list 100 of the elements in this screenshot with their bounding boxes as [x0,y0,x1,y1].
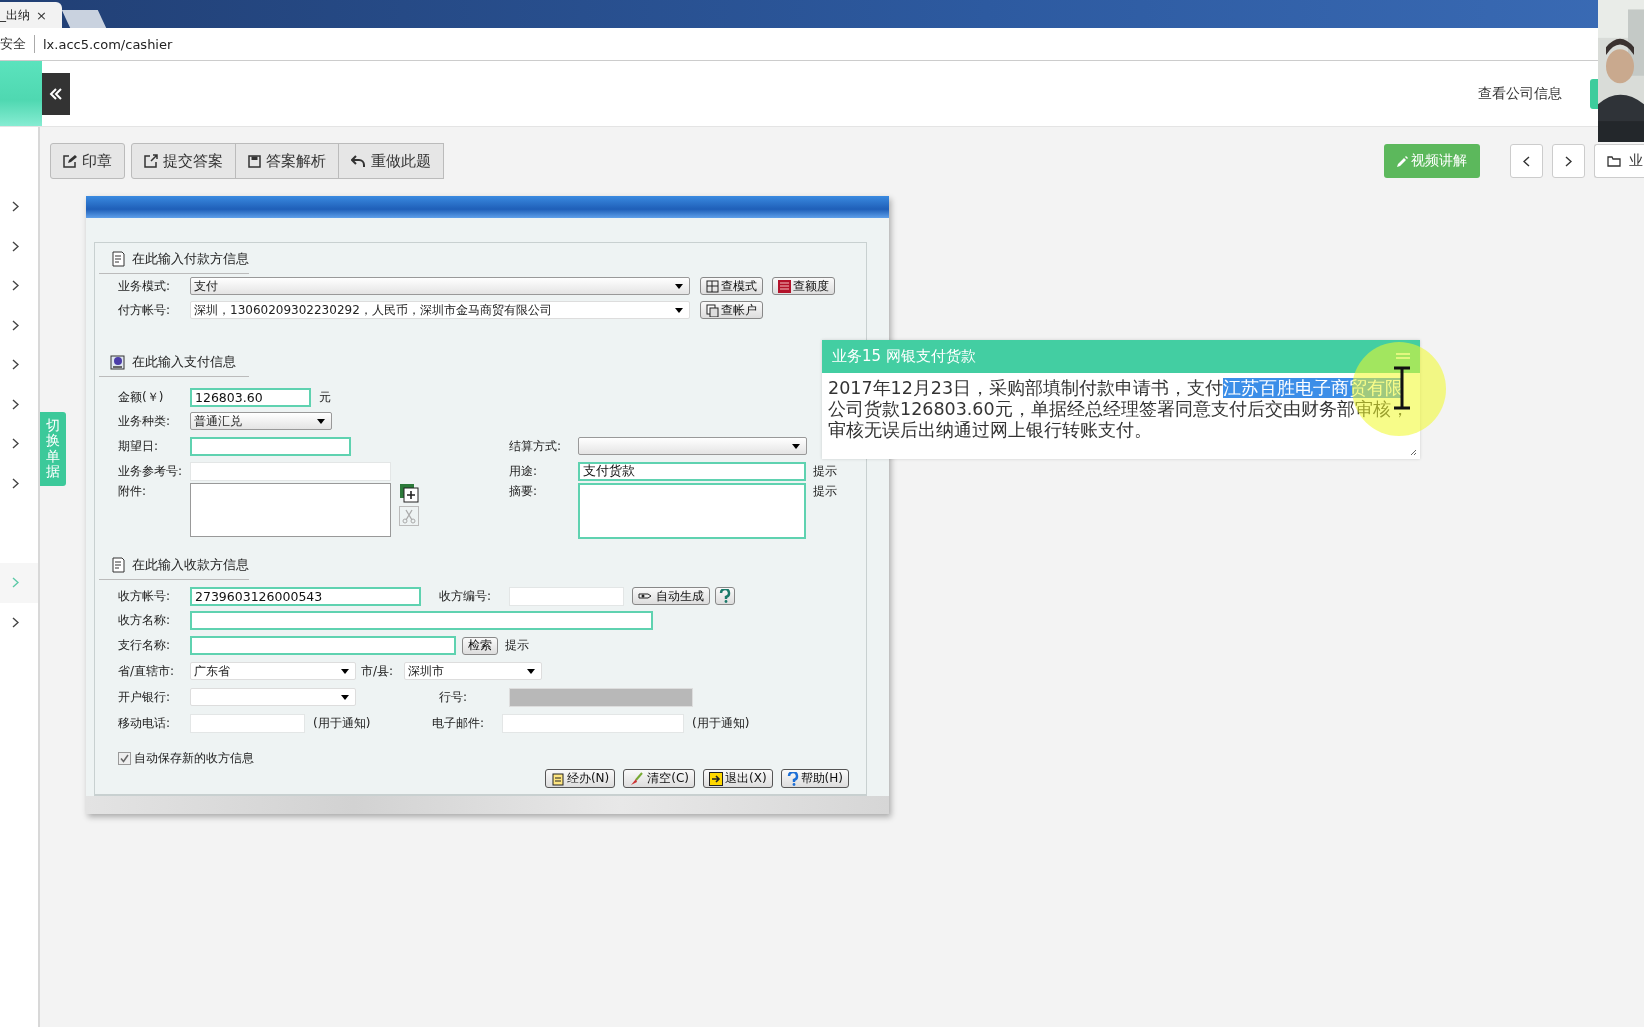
date-field[interactable] [190,436,351,456]
monitor-icon [109,353,127,371]
dialog-button[interactable]: 退出(X) [703,769,773,788]
field-label: 省/直辖市: [118,662,176,680]
help-button[interactable] [715,587,735,605]
document-icon [109,556,127,574]
dialog-button[interactable]: 清空(C) [623,769,695,788]
next-button[interactable] [1552,144,1585,178]
chevron-right-icon [12,319,19,331]
dialog-button[interactable]: 查额度 [772,277,835,295]
chevron-right-icon [12,398,19,410]
save-icon [248,154,261,168]
dropdown[interactable] [578,437,807,455]
note-text: (用于通知) [692,714,750,732]
dialog-button[interactable]: 自动生成 [632,587,710,605]
chevron-left-icon [1523,155,1530,167]
company-info-link[interactable]: 查看公司信息 [1478,84,1562,103]
field-label: 移动电话: [118,714,172,732]
dialog-button[interactable]: 经办(N) [544,769,616,788]
add-icon[interactable] [399,483,419,503]
toolbar-button[interactable]: 印章 [50,143,125,179]
field-label: 结算方式: [509,437,563,455]
input-field[interactable] [509,586,624,606]
folder-button[interactable]: 业 [1594,144,1644,178]
field-label: 开户银行: [118,688,172,706]
dialog-button[interactable]: 查模式 [700,277,763,295]
calendar-icon [778,279,791,293]
dropdown[interactable]: 广东省 [190,662,356,680]
double-chevron-icon [49,87,63,100]
chevron-right-icon [12,201,19,213]
chevron-right-icon [12,280,19,292]
chevron-right-icon [12,240,19,252]
field-label: 支行名称: [118,637,172,654]
exit-icon [709,771,723,786]
toolbar-button[interactable]: 提交答案 [131,143,236,179]
dropdown[interactable]: 深圳，13060209302230292，人民币，深圳市金马商贸有限公司 [190,301,690,319]
field-label: 电子邮件: [432,714,486,732]
search-button[interactable]: 检索 [462,636,498,655]
edit-icon [63,154,77,168]
field-label: 收方名称: [118,612,172,629]
caret-icon [527,668,535,674]
help-icon [786,771,799,786]
input-field[interactable] [190,461,391,481]
address-bar[interactable]: 安全 lx.acc5.com/cashier [0,28,1598,61]
field-label: 行号: [439,688,469,706]
new-tab-button[interactable] [61,10,107,28]
phone-field[interactable] [190,713,305,733]
chevron-right-icon [12,616,19,628]
hint-link[interactable]: 提示 [813,483,837,500]
purpose-field[interactable]: 支付货款 [578,461,806,481]
caret-icon [675,283,683,289]
checkbox-label: 自动保存新的收方信息 [134,749,254,767]
field-label: 期望日: [118,437,160,455]
field-label: 附件: [118,483,148,500]
previous-button[interactable] [1510,144,1543,178]
sidebar-item[interactable] [0,563,38,603]
menu-icon[interactable] [1396,351,1410,362]
field-label: 金额(￥) [118,388,165,406]
toolbar-button[interactable]: 答案解析 [235,143,339,179]
broom-icon [629,771,646,786]
attachment-box[interactable] [190,483,391,537]
toolbar-button[interactable]: 重做此题 [338,143,444,179]
dropdown[interactable]: 普通汇兑 [190,412,332,430]
branch-field[interactable] [190,636,456,655]
help-icon [719,589,731,603]
hint-link[interactable]: 提示 [505,637,529,654]
field-label: 收方帐号: [118,587,172,605]
browser-tab[interactable]: _出纳 × [0,2,62,28]
unit-label: 元 [319,388,331,406]
checkbox[interactable] [118,751,131,765]
chevron-right-icon [1565,155,1572,167]
dialog-button[interactable]: 查帐户 [700,301,763,319]
pencil-icon [1397,155,1408,167]
caret-icon [341,694,349,700]
folder-icon [1607,155,1621,167]
section-title: 在此输入支付信息 [132,353,236,371]
undo-icon [351,154,366,168]
document-icon [109,250,127,268]
amount-field[interactable]: 126803.60 [190,387,311,407]
dropdown[interactable]: 深圳市 [404,662,542,680]
dropdown[interactable]: 支付 [190,277,690,295]
hint-link[interactable]: 提示 [813,462,837,480]
collapse-button[interactable] [42,72,70,115]
note-text: (用于通知) [312,714,372,732]
field-label: 付方帐号: [118,301,172,319]
logo-block [0,61,42,126]
section-title: 在此输入收款方信息 [132,556,249,574]
resize-handle-icon[interactable] [1410,449,1417,456]
external-link-icon [144,154,158,168]
caret-icon [317,418,325,424]
copy-icon [706,303,719,317]
clipboard-icon [550,771,565,786]
dialog-button[interactable]: 帮助(H) [780,769,849,788]
section-title: 在此输入付款方信息 [132,250,249,268]
payee-name-field[interactable] [190,611,653,630]
field-label: 收方编号: [439,587,493,605]
account-field[interactable]: 2739603126000543 [190,586,421,606]
summary-box[interactable] [578,483,806,539]
email-field[interactable] [502,713,684,733]
chevron-right-icon [12,359,19,371]
